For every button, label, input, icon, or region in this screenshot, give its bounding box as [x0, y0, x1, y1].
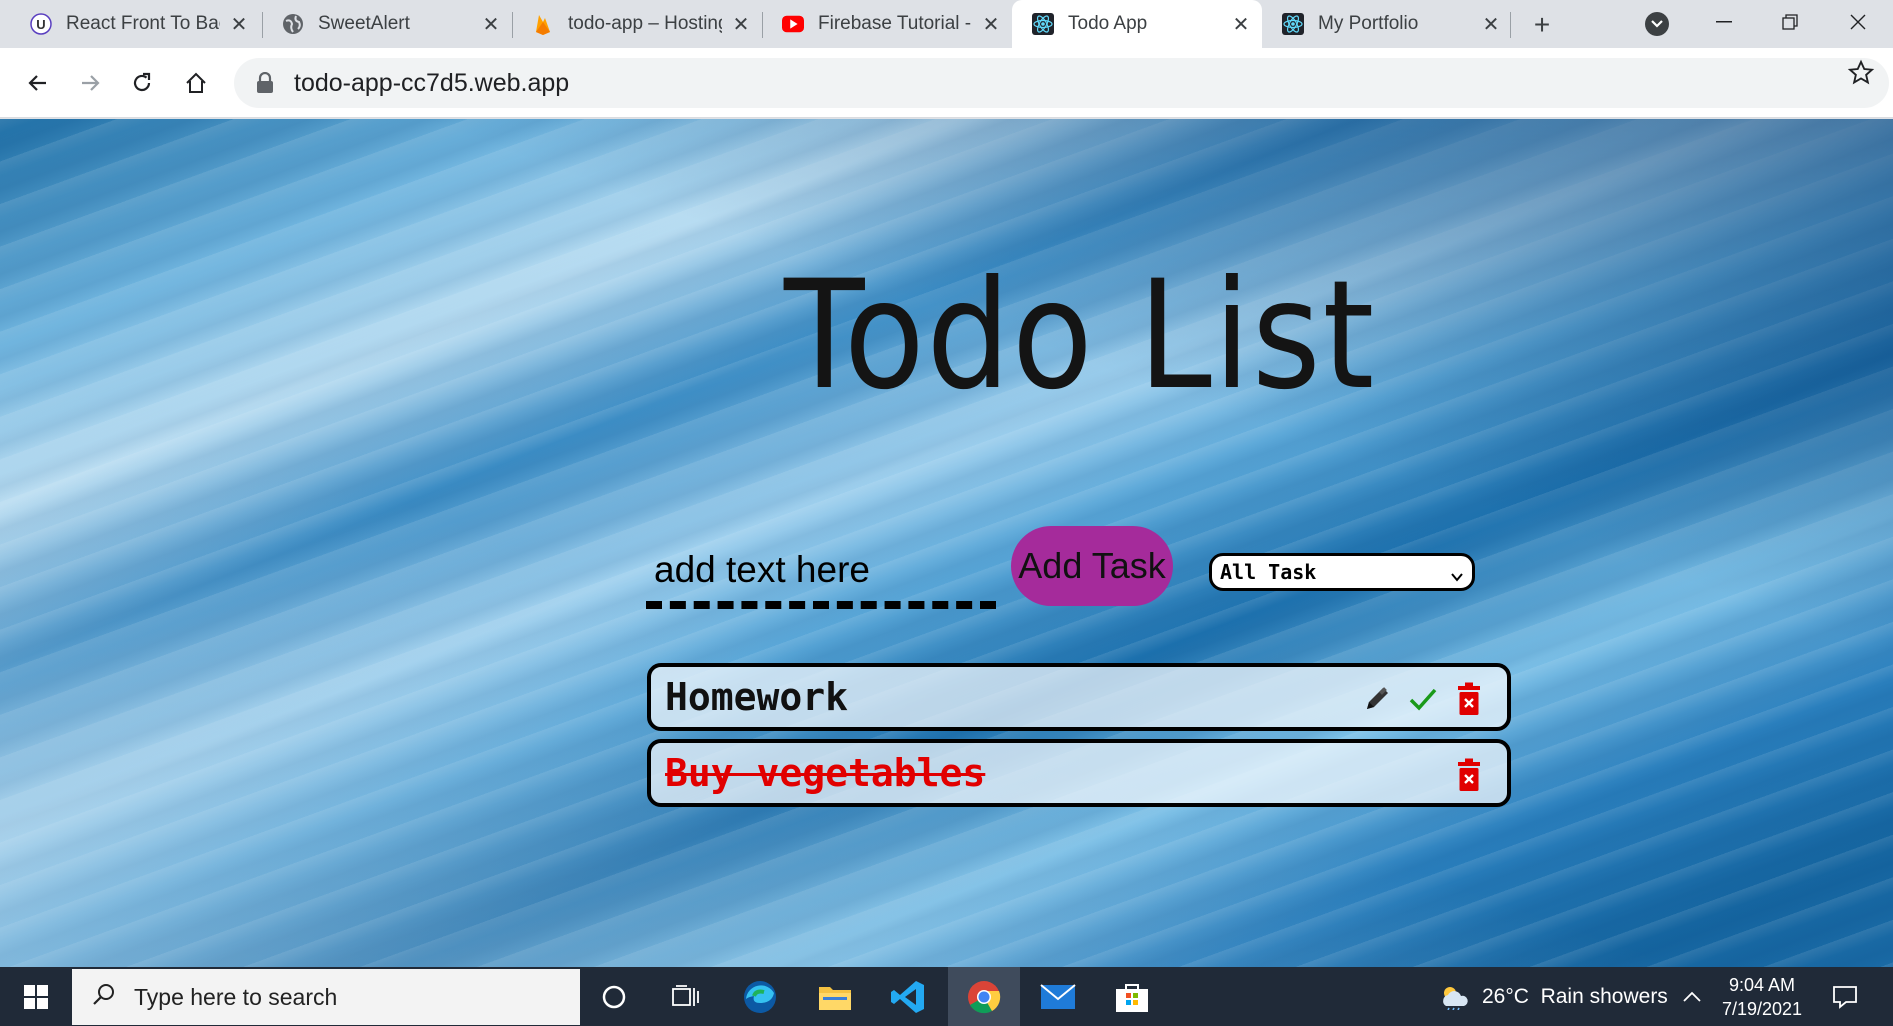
- weather-widget[interactable]: 26°C Rain showers: [1438, 967, 1668, 1026]
- restore-button[interactable]: [1762, 0, 1818, 44]
- todo-list: Homework Buy vegetables: [647, 663, 1511, 815]
- close-icon[interactable]: ✕: [1480, 13, 1502, 36]
- clock-time: 9:04 AM: [1728, 975, 1796, 995]
- tab-sweetalert[interactable]: SweetAlert ✕: [262, 0, 512, 48]
- add-task-button[interactable]: Add Task: [1011, 526, 1173, 606]
- close-icon[interactable]: ✕: [480, 13, 502, 36]
- youtube-icon: [782, 13, 804, 35]
- browser-toolbar: todo-app-cc7d5.web.app: [0, 48, 1893, 118]
- chrome-icon[interactable]: [948, 967, 1020, 1026]
- search-icon: [92, 982, 116, 1012]
- chevron-down-icon: [1450, 565, 1464, 582]
- back-button[interactable]: [18, 63, 58, 103]
- task-input[interactable]: [646, 539, 996, 609]
- tab-firebase-tutorial[interactable]: Firebase Tutorial - I ✕: [762, 0, 1012, 48]
- tab-strip: U React Front To Back ✕ SweetAlert ✕ tod…: [0, 0, 1893, 48]
- todo-item-completed: Buy vegetables: [647, 739, 1511, 807]
- tab-my-portfolio[interactable]: My Portfolio ✕: [1262, 0, 1512, 48]
- weather-cloud-icon: [1438, 984, 1470, 1010]
- notification-center-icon[interactable]: [1832, 967, 1858, 1026]
- u-logo-icon: U: [30, 13, 52, 35]
- tab-title: React Front To Back: [66, 13, 220, 34]
- page-title: Todo List: [783, 249, 1377, 423]
- filter-select[interactable]: All Task: [1209, 553, 1475, 591]
- vscode-icon[interactable]: [872, 967, 944, 1026]
- todo-actions: [1361, 681, 1485, 717]
- edit-pencil-icon[interactable]: [1361, 681, 1393, 717]
- tab-title: Todo App: [1068, 13, 1148, 34]
- close-icon[interactable]: ✕: [228, 13, 250, 36]
- tab-title: SweetAlert: [318, 13, 410, 34]
- tab-react-front-to-back[interactable]: U React Front To Back ✕: [10, 0, 260, 48]
- tab-title: My Portfolio: [1318, 13, 1419, 34]
- todo-text: Buy vegetables: [665, 751, 986, 795]
- weather-text: 26°C Rain showers: [1482, 984, 1668, 1008]
- page-content: Todo List Add Task All Task Homework: [0, 119, 1893, 967]
- reload-button[interactable]: [122, 63, 162, 103]
- home-button[interactable]: [176, 63, 216, 103]
- delete-trash-icon[interactable]: [1453, 681, 1485, 717]
- new-tab-button[interactable]: +: [1527, 9, 1557, 40]
- forward-button[interactable]: [70, 63, 110, 103]
- windows-taskbar: Type here to search 26°C Rain showers 9:…: [0, 967, 1893, 1026]
- close-window-button[interactable]: [1830, 0, 1886, 44]
- tab-search-button[interactable]: [1645, 12, 1669, 36]
- edge-browser-icon[interactable]: [724, 967, 796, 1026]
- clock-date: 7/19/2021: [1721, 999, 1803, 1019]
- react-icon: [1032, 13, 1054, 35]
- tab-title: Firebase Tutorial - I: [818, 13, 972, 34]
- tab-todo-app[interactable]: Todo App ✕: [1012, 0, 1262, 48]
- delete-trash-icon[interactable]: [1453, 757, 1485, 793]
- close-icon[interactable]: ✕: [980, 13, 1002, 36]
- search-placeholder: Type here to search: [134, 983, 338, 1010]
- cortana-icon[interactable]: [578, 967, 650, 1026]
- react-icon: [1282, 13, 1304, 35]
- address-bar[interactable]: todo-app-cc7d5.web.app: [234, 58, 1889, 108]
- todo-text: Homework: [665, 675, 849, 719]
- file-explorer-icon[interactable]: [799, 967, 871, 1026]
- lock-icon: [256, 71, 274, 94]
- close-icon[interactable]: ✕: [730, 13, 752, 36]
- bookmark-star-icon[interactable]: [1847, 59, 1875, 87]
- svg-text:U: U: [36, 17, 45, 32]
- minimize-button[interactable]: [1696, 0, 1752, 44]
- globe-icon: [282, 13, 304, 35]
- taskbar-search-input[interactable]: Type here to search: [72, 969, 580, 1025]
- start-button[interactable]: [0, 967, 72, 1026]
- tab-todo-app-hosting[interactable]: todo-app – Hosting ✕: [512, 0, 762, 48]
- url-text: todo-app-cc7d5.web.app: [294, 68, 570, 97]
- tab-title: todo-app – Hosting: [568, 13, 722, 34]
- close-icon[interactable]: ✕: [1230, 13, 1252, 36]
- microsoft-store-icon[interactable]: [1096, 967, 1168, 1026]
- filter-selected-value: All Task: [1220, 560, 1317, 584]
- task-view-icon[interactable]: [650, 967, 722, 1026]
- todo-item: Homework: [647, 663, 1511, 731]
- firebase-icon: [532, 13, 554, 35]
- mail-icon[interactable]: [1022, 967, 1094, 1026]
- todo-actions: [1453, 757, 1485, 793]
- show-hidden-icons-chevron-icon[interactable]: [1682, 967, 1702, 1026]
- system-clock[interactable]: 9:04 AM 7/19/2021: [1702, 973, 1822, 1021]
- check-icon[interactable]: [1407, 681, 1439, 717]
